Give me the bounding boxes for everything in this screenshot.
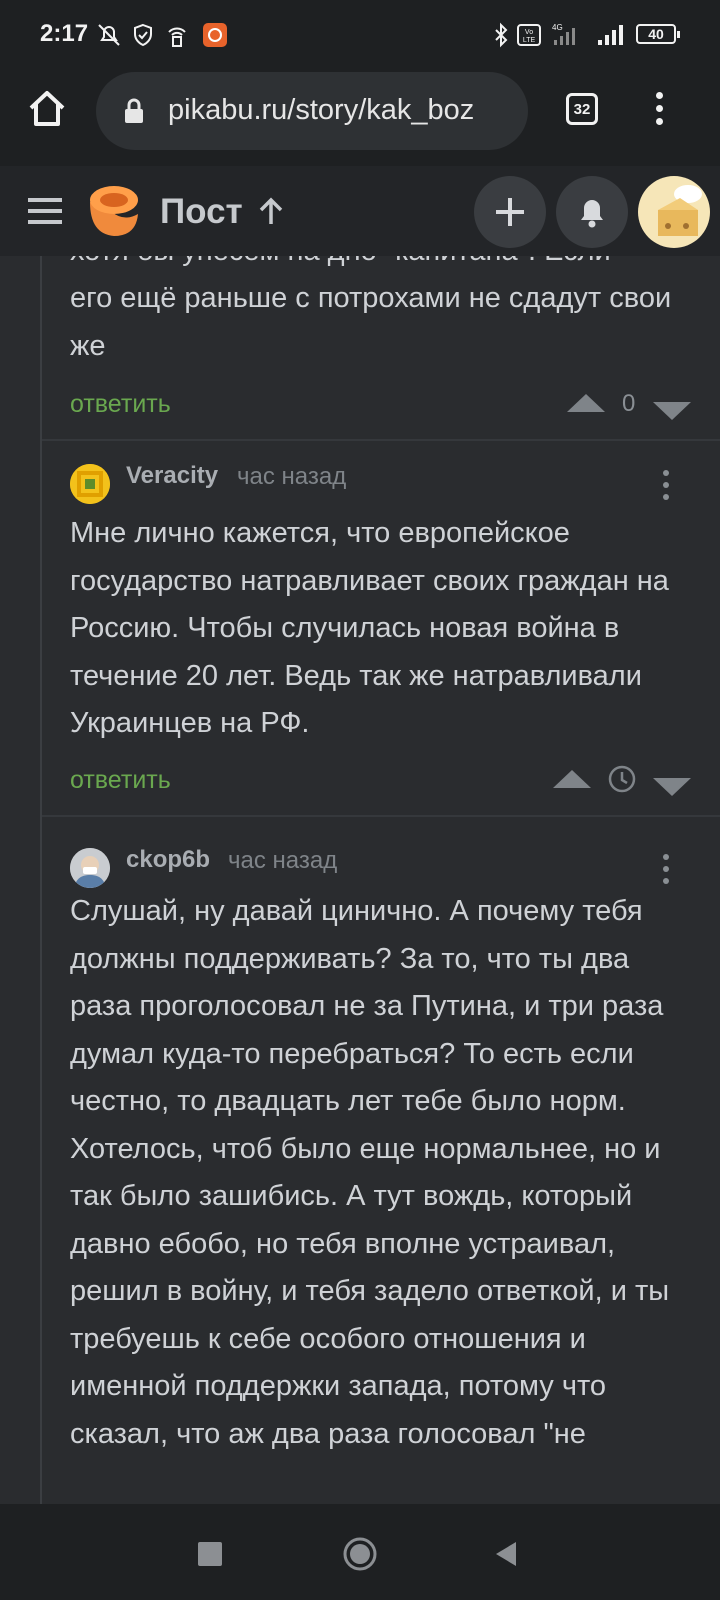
ckop6b-avatar-icon bbox=[70, 848, 110, 888]
hotspot-icon bbox=[168, 27, 186, 47]
comment-text: его ещё раньше с потрохами не сдадут сво… bbox=[70, 282, 672, 362]
comment-text-partial: хотя бы унесем на дно "капитана". Если bbox=[70, 256, 690, 276]
lock-icon bbox=[125, 98, 143, 123]
home-icon[interactable] bbox=[26, 88, 68, 130]
tab-count: 32 bbox=[573, 101, 591, 118]
add-post-button[interactable] bbox=[474, 176, 546, 248]
clock-icon bbox=[608, 765, 636, 793]
svg-text:LTE: LTE bbox=[523, 37, 536, 44]
comment-time: час назад bbox=[237, 463, 347, 490]
veracity-avatar-icon bbox=[70, 464, 110, 504]
recents-icon[interactable] bbox=[198, 1542, 222, 1566]
comment-rating: 0 bbox=[622, 390, 636, 417]
reply-button[interactable]: ответить bbox=[70, 766, 171, 795]
pikabu-logo-icon[interactable] bbox=[84, 182, 144, 238]
volte-icon: Vo LTE bbox=[517, 24, 541, 46]
page-title: Пост bbox=[160, 192, 243, 231]
signal-icon bbox=[598, 25, 623, 45]
vote-up-icon[interactable] bbox=[553, 770, 591, 788]
home-nav-icon[interactable] bbox=[342, 1536, 378, 1572]
comment-text: Слушай, ну давай цинично. А почему тебя … bbox=[70, 895, 670, 1450]
comment-menu-icon[interactable] bbox=[662, 470, 670, 504]
status-time: 2:17 bbox=[40, 20, 89, 47]
reply-button[interactable]: ответить bbox=[70, 390, 171, 419]
comments-list: хотя бы унесем на дно "капитана". Если е… bbox=[0, 256, 720, 1504]
bluetooth-icon bbox=[495, 22, 508, 48]
tab-switcher-button[interactable]: 32 bbox=[566, 93, 598, 125]
shield-icon bbox=[134, 23, 152, 47]
comment-time: час назад bbox=[228, 847, 338, 874]
hamburger-menu-icon[interactable] bbox=[28, 196, 64, 226]
app-notification-icon bbox=[203, 23, 227, 47]
comment-divider bbox=[42, 815, 720, 817]
signal-4g-icon: 4G bbox=[552, 23, 575, 45]
browser-menu-icon[interactable] bbox=[656, 92, 664, 128]
plus-icon bbox=[496, 198, 524, 226]
system-nav-bar bbox=[0, 1504, 720, 1600]
svg-text:Vo: Vo bbox=[525, 29, 533, 36]
back-icon[interactable] bbox=[494, 1540, 518, 1568]
scroll-up-arrow-icon[interactable] bbox=[258, 196, 284, 226]
avatar-illustration-icon bbox=[658, 185, 702, 236]
battery-icon: 40 bbox=[636, 24, 680, 44]
vote-up-icon[interactable] bbox=[567, 394, 605, 412]
comment-menu-icon[interactable] bbox=[662, 854, 670, 888]
vote-down-icon[interactable] bbox=[653, 402, 691, 420]
avatar[interactable] bbox=[70, 848, 110, 888]
status-bar: 2:17 Vo LTE 4G 40 bbox=[0, 0, 720, 70]
user-avatar[interactable] bbox=[638, 176, 710, 248]
avatar[interactable] bbox=[70, 464, 110, 504]
vote-down-icon[interactable] bbox=[653, 778, 691, 796]
url-text: pikabu.ru/story/kak_boz bbox=[168, 94, 475, 126]
muted-notifications-icon bbox=[98, 24, 120, 46]
notifications-button[interactable] bbox=[556, 176, 628, 248]
comment-author[interactable]: ckop6b bbox=[126, 846, 210, 874]
url-bar[interactable]: pikabu.ru/story/kak_boz bbox=[96, 72, 528, 150]
bell-icon bbox=[581, 200, 603, 228]
comment-text: Мне лично кажется, что европейское госуд… bbox=[70, 517, 669, 739]
comment-divider bbox=[42, 439, 720, 441]
svg-text:4G: 4G bbox=[552, 23, 563, 32]
battery-level: 40 bbox=[648, 26, 664, 42]
comment-author[interactable]: Veracity bbox=[126, 462, 218, 490]
